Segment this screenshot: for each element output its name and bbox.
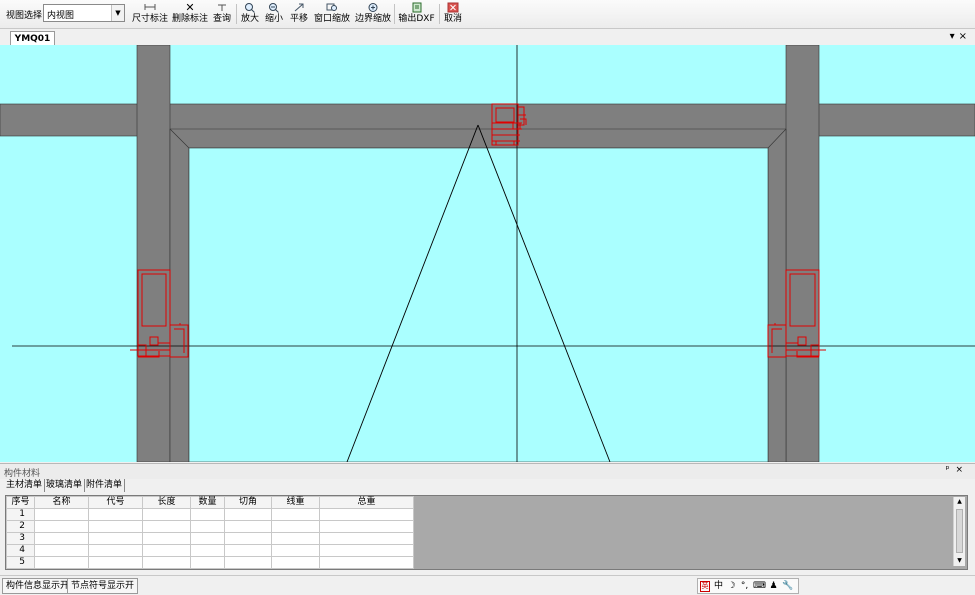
delete-dimension-button[interactable]: ✕ 删除标注 [171, 2, 209, 26]
dimension-label: 尺寸标注 [131, 14, 168, 24]
window-elevation-drawing [0, 45, 975, 462]
scroll-up-icon[interactable]: ▲ [954, 497, 965, 507]
table-row[interactable]: 1 [6, 508, 414, 521]
zoom-out-icon [264, 2, 284, 14]
pin-icon[interactable]: ᵖ [946, 465, 956, 475]
row-number: 3 [6, 532, 35, 545]
tab-controls: ▾× [950, 31, 971, 42]
column-header[interactable]: 线重 [271, 496, 320, 509]
query-button[interactable]: 查询 [212, 2, 232, 26]
zoom-in-icon [240, 2, 260, 14]
row-number: 5 [6, 556, 35, 569]
pan-label: 平移 [289, 14, 308, 24]
left-mullion [136, 45, 171, 462]
column-header[interactable]: 总重 [319, 496, 414, 509]
view-select-label: 视图选择 [6, 11, 43, 21]
delete-x-icon: ✕ [185, 1, 195, 14]
ime-user-icon[interactable]: ♟ [768, 579, 779, 593]
zoom-out-label: 缩小 [264, 14, 283, 24]
export-dxf-label: 输出DXF [398, 14, 435, 24]
chevron-down-icon[interactable]: ▼ [111, 5, 124, 21]
tab-main-materials[interactable]: 主材清单 [4, 479, 46, 492]
vertical-scrollbar[interactable]: ▲ ▼ [953, 497, 965, 566]
zoom-in-label: 放大 [240, 14, 259, 24]
column-header[interactable]: 长度 [142, 496, 191, 509]
export-dxf-icon [398, 2, 435, 14]
row-number: 4 [6, 544, 35, 557]
extent-zoom-icon [354, 2, 392, 14]
pan-icon [288, 2, 310, 14]
delete-dimension-label: 删除标注 [171, 14, 208, 24]
view-select-dropdown[interactable]: 内视图 ▼ [43, 4, 125, 22]
table-row[interactable]: 5 [6, 556, 414, 569]
toolbar-separator [439, 4, 440, 24]
sash-glass [188, 147, 769, 462]
column-header[interactable]: 名称 [34, 496, 89, 509]
row-number: 1 [6, 508, 35, 521]
node-symbol-toggle-button[interactable]: 节点符号显示开 [67, 578, 139, 594]
extent-zoom-button[interactable]: 边界缩放 [354, 2, 392, 26]
window-zoom-icon [313, 2, 351, 14]
scroll-down-icon[interactable]: ▼ [954, 556, 965, 566]
table-row[interactable]: 3 [6, 532, 414, 545]
ime-toolbar: 英 中 ☽ °, ⌨ ♟ 🔧 [697, 578, 799, 594]
column-header[interactable]: 数量 [190, 496, 225, 509]
table-header-row: 序号 名称 代号 长度 数量 切角 线重 总重 [6, 496, 414, 509]
toolbar-separator [236, 4, 237, 24]
ime-settings-icon[interactable]: 🔧 [782, 579, 793, 593]
column-header[interactable]: 代号 [88, 496, 143, 509]
zoom-out-button[interactable]: 缩小 [264, 2, 284, 26]
dimension-button[interactable]: 尺寸标注 [131, 2, 169, 26]
tab-dropdown-icon[interactable]: ▾ [950, 31, 959, 42]
ime-punctuation-icon[interactable]: °, [739, 579, 750, 593]
zoom-in-button[interactable]: 放大 [240, 2, 260, 26]
panel-titlebar: 构件材料 ᵖ× [0, 463, 975, 479]
drawing-canvas[interactable] [0, 45, 975, 462]
materials-grid-area: 序号 名称 代号 长度 数量 切角 线重 总重 1 2 3 4 5 [5, 495, 968, 570]
row-number: 2 [6, 520, 35, 533]
cancel-label: 取消 [443, 14, 462, 24]
ime-halfwidth-icon[interactable]: ☽ [726, 579, 737, 593]
materials-table: 序号 名称 代号 长度 数量 切角 线重 总重 1 2 3 4 5 [6, 496, 414, 569]
ime-mode-icon[interactable]: 英 [700, 581, 710, 592]
column-header[interactable]: 序号 [6, 496, 35, 509]
close-icon[interactable]: × [955, 465, 969, 475]
column-header[interactable]: 切角 [224, 496, 272, 509]
status-bar: 构件信息显示开 节点符号显示开 英 中 ☽ °, ⌨ ♟ 🔧 [0, 575, 975, 595]
panel-controls: ᵖ× [946, 465, 969, 475]
ime-chinese-icon[interactable]: 中 [713, 579, 724, 593]
window-zoom-button[interactable]: 窗口缩放 [313, 2, 351, 26]
panel-title: 构件材料 [4, 469, 41, 479]
query-label: 查询 [212, 14, 231, 24]
toolbar: 视图选择 内视图 ▼ 尺寸标注 ✕ 删除标注 查询 放大 缩小 平移 窗口缩放 … [0, 0, 975, 29]
table-row[interactable]: 2 [6, 520, 414, 533]
component-info-toggle-button[interactable]: 构件信息显示开 [2, 578, 74, 594]
query-icon [212, 2, 232, 14]
dimension-icon [131, 2, 169, 14]
scroll-thumb[interactable] [956, 509, 963, 553]
export-dxf-button[interactable]: 输出DXF [398, 2, 435, 26]
extent-zoom-label: 边界缩放 [354, 14, 391, 24]
ime-keyboard-icon[interactable]: ⌨ [753, 579, 766, 593]
cancel-icon [443, 2, 463, 14]
view-select-value: 内视图 [47, 11, 75, 21]
cancel-button[interactable]: 取消 [443, 2, 463, 26]
right-mullion [785, 45, 820, 462]
tab-glass-list[interactable]: 玻璃清单 [44, 479, 86, 492]
tab-ymq01[interactable]: YMQ01 [10, 31, 55, 46]
pan-button[interactable]: 平移 [288, 2, 310, 26]
tab-accessory-list[interactable]: 附件清单 [84, 479, 126, 492]
document-tab-strip [0, 29, 975, 46]
window-zoom-label: 窗口缩放 [313, 14, 350, 24]
toolbar-separator [394, 4, 395, 24]
tab-close-icon[interactable]: × [959, 31, 971, 42]
table-row[interactable]: 4 [6, 544, 414, 557]
